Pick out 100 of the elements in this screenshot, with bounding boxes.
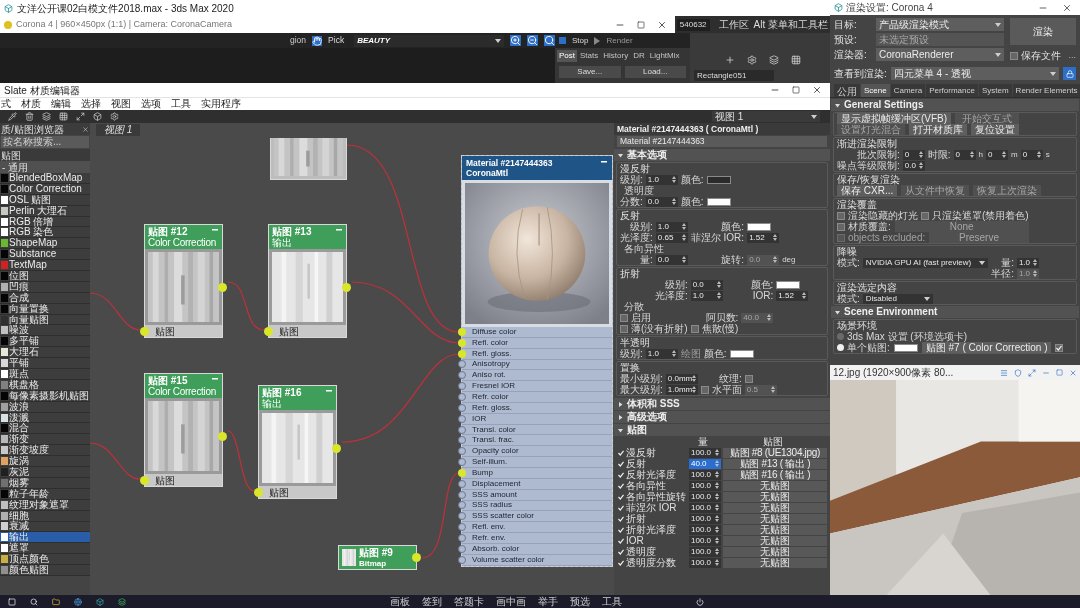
input-port[interactable] <box>254 488 263 497</box>
output-port[interactable] <box>218 432 227 441</box>
minimize-icon[interactable] <box>601 161 607 163</box>
taskbar-button[interactable]: 预选 <box>570 595 590 608</box>
color-swatch[interactable] <box>706 175 731 184</box>
browser-item[interactable]: 输出 <box>0 532 90 544</box>
zoom-fit-icon[interactable] <box>544 35 555 46</box>
color-swatch[interactable] <box>729 349 754 358</box>
spinner-field[interactable]: 100.0 <box>689 535 721 546</box>
browser-item[interactable]: 颜色贴图 <box>0 565 90 576</box>
node-card[interactable] <box>270 138 347 180</box>
power-icon[interactable] <box>696 597 704 606</box>
browser-item[interactable]: Color Correction <box>0 183 90 195</box>
tab[interactable]: Camera <box>890 84 926 97</box>
input-port[interactable] <box>458 360 466 369</box>
spinner-field[interactable]: 100.0 <box>689 469 721 480</box>
layers-icon[interactable] <box>768 54 780 66</box>
input-port[interactable] <box>140 476 149 485</box>
close-icon[interactable] <box>812 85 822 95</box>
input-port[interactable] <box>140 327 149 336</box>
input-port[interactable] <box>458 479 466 488</box>
map-slot-button[interactable]: 无贴图 <box>723 524 827 535</box>
input-port[interactable] <box>458 555 466 564</box>
radio-button[interactable] <box>837 333 844 340</box>
browser-item[interactable]: 混合 <box>0 423 90 435</box>
spinner-field[interactable]: 1.0 <box>645 348 678 359</box>
color-swatch[interactable] <box>747 222 772 231</box>
input-port[interactable] <box>458 436 466 445</box>
group-header[interactable]: - 通用 <box>0 161 90 173</box>
input-port[interactable] <box>458 501 466 510</box>
windows-icon[interactable] <box>8 597 16 606</box>
settings-icon[interactable] <box>108 110 120 123</box>
stop-button[interactable]: Stop <box>572 34 589 47</box>
taskbar-button[interactable]: 画中画 <box>496 595 526 608</box>
spinner-field[interactable]: 0 <box>902 149 925 160</box>
color-swatch[interactable] <box>776 280 801 289</box>
grid-icon[interactable] <box>57 110 69 123</box>
browser-item[interactable]: 每像素摄影机贴图 <box>0 390 90 402</box>
menu-item[interactable]: 式 <box>1 98 11 110</box>
search-field[interactable]: 按名称搜索... <box>1 136 89 148</box>
tab[interactable]: LightMix <box>647 50 682 62</box>
spinner-field[interactable]: 0 <box>986 149 1008 160</box>
spinner-field[interactable]: 1.0 <box>690 290 723 301</box>
lock-button[interactable] <box>1063 67 1076 80</box>
input-port[interactable] <box>458 458 466 467</box>
input-port[interactable] <box>458 382 466 391</box>
browser-item[interactable]: 粒子年龄 <box>0 488 90 500</box>
spinner-field[interactable]: 0.0 <box>690 279 723 290</box>
spinner-field[interactable]: 100.0 <box>689 447 721 458</box>
checkbox[interactable] <box>921 211 929 220</box>
panel-button[interactable]: 显示虚拟帧缓冲区(VFB) <box>837 113 952 124</box>
maximize-icon[interactable] <box>792 86 800 94</box>
plus-icon[interactable] <box>724 54 736 66</box>
menu-item[interactable]: 实用程序 <box>201 98 241 110</box>
spinner-field[interactable]: 100.0 <box>689 491 721 502</box>
spinner-field[interactable]: 0 <box>953 149 976 160</box>
spinner-field[interactable]: 0.0 <box>902 160 925 171</box>
color-swatch[interactable] <box>893 343 918 352</box>
spinner-field[interactable]: 100.0 <box>689 546 721 557</box>
checkbox[interactable] <box>837 222 845 231</box>
browser-item[interactable]: 灰泥 <box>0 467 90 478</box>
globe-icon[interactable] <box>74 597 82 606</box>
box-icon[interactable] <box>91 110 103 123</box>
browser-item[interactable]: BlendedBoxMap <box>0 173 90 184</box>
hand-icon[interactable] <box>312 35 323 46</box>
dropdown-field[interactable]: Disabled <box>862 293 933 304</box>
checkbox[interactable] <box>690 324 699 333</box>
menu-item[interactable]: 材质 <box>21 98 41 110</box>
checkbox[interactable] <box>837 211 845 220</box>
tab[interactable]: System <box>978 84 1012 97</box>
spinner-field[interactable]: 100.0 <box>689 480 721 491</box>
menu-item[interactable]: 工具 <box>171 98 191 110</box>
menu-item[interactable]: 选项 <box>141 98 161 110</box>
dropdown-field[interactable]: 产品级渲染模式 <box>876 18 1004 31</box>
browser-item[interactable]: Perlin 大理石 <box>0 205 90 217</box>
color-swatch[interactable] <box>706 197 731 206</box>
input-port[interactable] <box>458 523 466 532</box>
panel-button[interactable]: 保存 CXR... <box>837 185 898 196</box>
input-port[interactable] <box>458 371 466 380</box>
spinner-field[interactable]: 1.0mm <box>665 384 698 395</box>
rollout-header[interactable]: Scene Environment <box>831 306 1079 318</box>
input-port[interactable] <box>458 447 466 456</box>
material-node[interactable] <box>461 155 613 567</box>
output-port[interactable] <box>218 283 227 292</box>
tab[interactable]: Post <box>557 50 577 62</box>
rollout-header[interactable]: General Settings <box>831 99 1079 111</box>
taskbar-button[interactable]: 举手 <box>538 595 558 608</box>
map-slot-button[interactable]: 无贴图 <box>723 480 827 491</box>
tab[interactable]: Scene <box>861 84 890 97</box>
input-port[interactable] <box>458 414 466 423</box>
close-icon[interactable] <box>656 19 667 30</box>
dropdown-field[interactable]: 四元菜单 4 - 透视 <box>890 67 1059 80</box>
panel-button[interactable]: 打开材质库 <box>909 124 967 135</box>
input-port[interactable] <box>458 468 466 477</box>
spinner-field[interactable]: 40.0 <box>689 458 721 469</box>
rollout-header[interactable]: 体积和 SSS <box>614 398 830 410</box>
checkbox[interactable] <box>700 385 709 394</box>
browser-item[interactable]: TextMap <box>0 260 90 271</box>
maximize-icon[interactable] <box>74 110 86 123</box>
output-port[interactable] <box>332 444 341 453</box>
